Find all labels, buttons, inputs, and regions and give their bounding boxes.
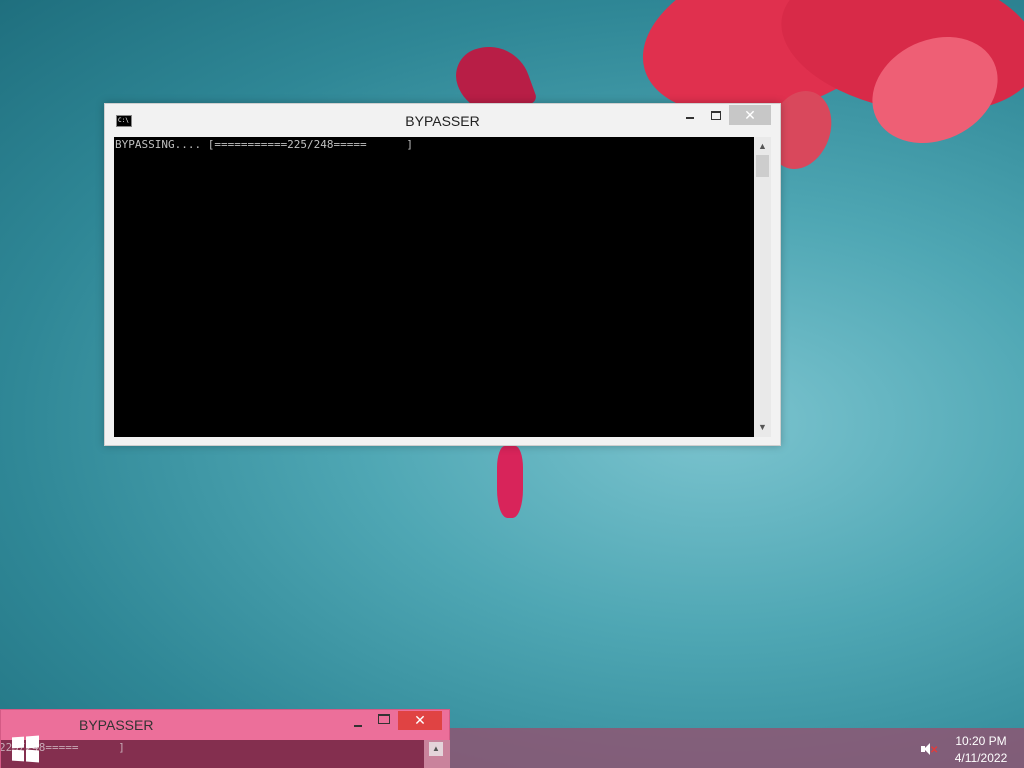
minimize-button[interactable] bbox=[679, 105, 701, 125]
maximize-button[interactable] bbox=[705, 105, 727, 125]
window-titlebar[interactable]: C:\ BYPASSER ✕ bbox=[105, 104, 780, 137]
console-output-area[interactable]: BYPASSING.... [===========225/248===== ] bbox=[114, 137, 754, 437]
peek-scroll-up-button[interactable]: ▲ bbox=[429, 742, 443, 756]
desktop: C:\ BYPASSER ✕ BYPASSING.... [==========… bbox=[0, 0, 1024, 768]
peek-console-area: 225/248===== ] bbox=[1, 740, 424, 768]
console-progress-line: BYPASSING.... [===========225/248===== ] bbox=[115, 138, 414, 151]
peek-window-title: BYPASSER bbox=[79, 717, 154, 733]
scroll-up-button[interactable]: ▲ bbox=[754, 139, 771, 154]
maximize-icon bbox=[711, 111, 721, 121]
start-button[interactable] bbox=[10, 735, 40, 765]
scroll-thumb[interactable] bbox=[756, 155, 769, 177]
vertical-scrollbar[interactable]: ▲ ▼ bbox=[754, 137, 771, 437]
close-button[interactable]: ✕ bbox=[729, 105, 771, 125]
minimize-icon bbox=[354, 725, 362, 727]
peek-close-button[interactable]: ✕ bbox=[398, 711, 442, 730]
taskbar-peek-window[interactable]: BYPASSER ✕ 225/248===== ] ▲ bbox=[0, 709, 450, 768]
system-clock[interactable]: 10:20 PM 4/11/2022 bbox=[948, 733, 1014, 767]
volume-muted-icon[interactable]: ✕ bbox=[921, 741, 938, 757]
peek-maximize-button[interactable] bbox=[378, 714, 390, 724]
peek-minimize-button[interactable] bbox=[351, 714, 365, 728]
scroll-down-button[interactable]: ▼ bbox=[754, 420, 771, 435]
peek-scrollbar[interactable]: ▲ bbox=[424, 740, 450, 768]
clock-time: 10:20 PM bbox=[955, 734, 1007, 748]
console-window[interactable]: C:\ BYPASSER ✕ BYPASSING.... [==========… bbox=[104, 103, 781, 446]
clock-date: 4/11/2022 bbox=[954, 751, 1008, 765]
minimize-icon bbox=[686, 116, 694, 119]
